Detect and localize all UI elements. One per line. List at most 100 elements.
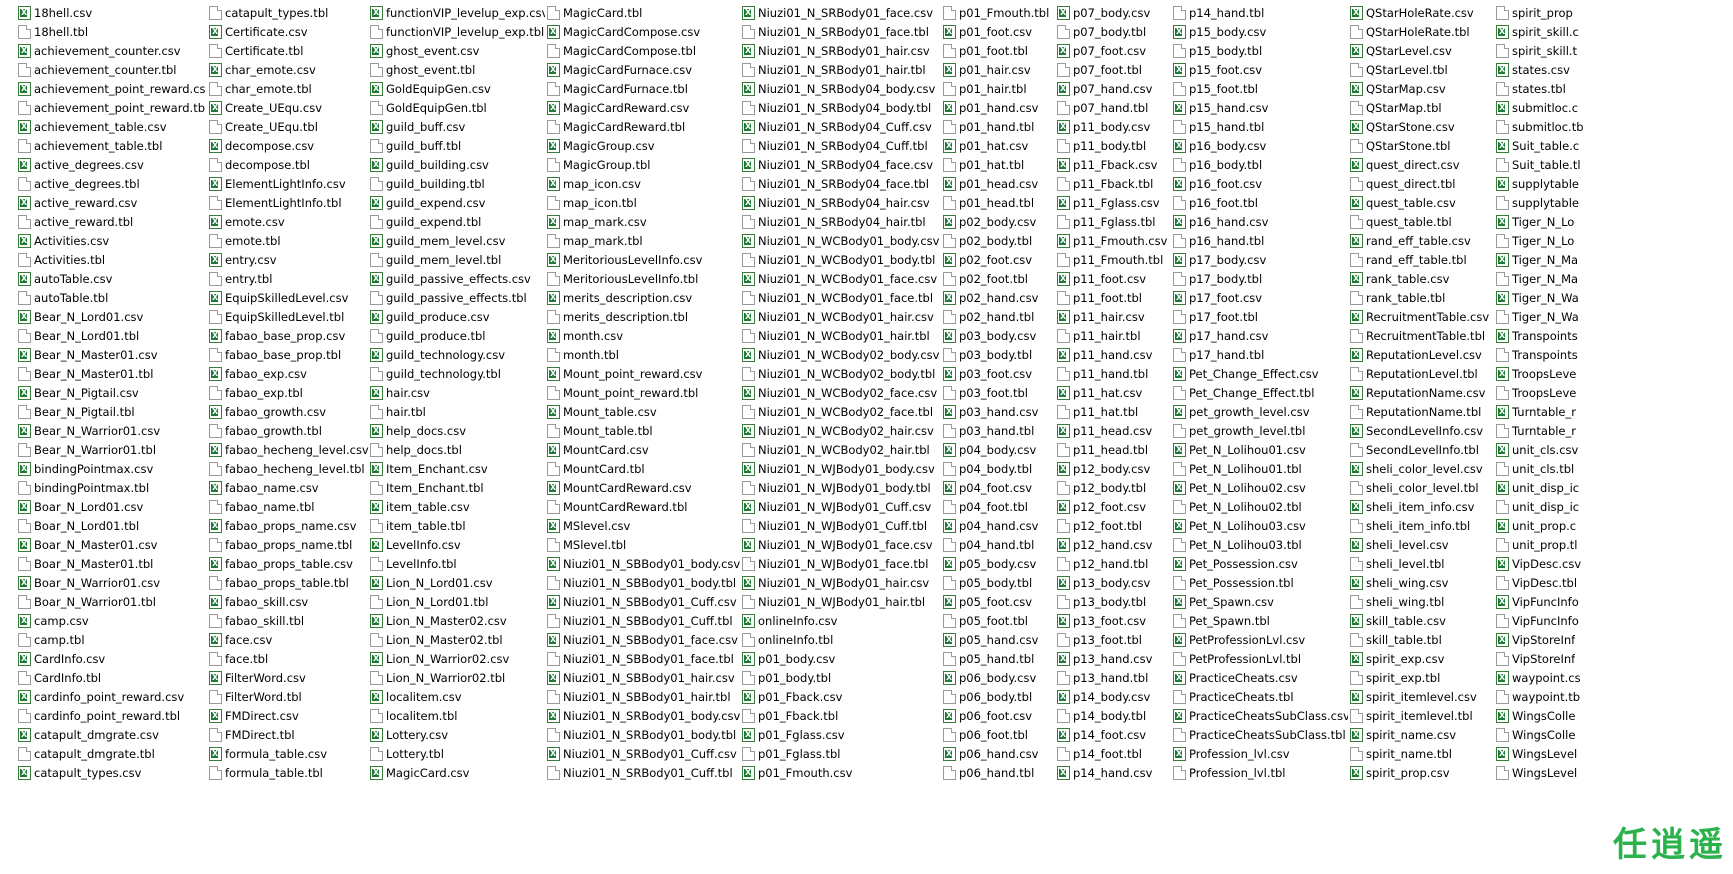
file-item[interactable]: p05_hand.tbl xyxy=(943,649,1055,668)
file-item[interactable]: sheli_item_info.csv xyxy=(1350,497,1493,516)
file-item[interactable]: Certificate.csv xyxy=(209,22,369,41)
file-item[interactable]: month.csv xyxy=(547,326,740,345)
file-item[interactable]: p17_foot.tbl xyxy=(1173,307,1348,326)
file-item[interactable]: p13_body.csv xyxy=(1057,573,1172,592)
file-item[interactable]: Lion_N_Lord01.csv xyxy=(370,573,545,592)
file-item[interactable]: spirit_skill.c xyxy=(1496,22,1733,41)
file-item[interactable]: Transpoints xyxy=(1496,326,1733,345)
file-item[interactable]: autoTable.tbl xyxy=(18,288,206,307)
file-item[interactable]: spirit_name.tbl xyxy=(1350,744,1493,763)
file-item[interactable]: Turntable_r xyxy=(1496,421,1733,440)
file-item[interactable]: VipFuncInfo xyxy=(1496,611,1733,630)
file-item[interactable]: p05_foot.tbl xyxy=(943,611,1055,630)
file-item[interactable]: MSlevel.csv xyxy=(547,516,740,535)
file-item[interactable]: MagicCardReward.csv xyxy=(547,98,740,117)
file-item[interactable]: Pet_N_Lolihou02.csv xyxy=(1173,478,1348,497)
file-item[interactable]: ReputationName.csv xyxy=(1350,383,1493,402)
file-item[interactable]: fabao_name.tbl xyxy=(209,497,369,516)
file-item[interactable]: achievement_table.tbl xyxy=(18,136,206,155)
file-item[interactable]: Niuzi01_N_SBBody01_hair.csv xyxy=(547,668,740,687)
file-item[interactable]: MagicCardFurnace.csv xyxy=(547,60,740,79)
file-item[interactable]: p04_hand.csv xyxy=(943,516,1055,535)
file-item[interactable]: p06_body.tbl xyxy=(943,687,1055,706)
file-item[interactable]: p05_hand.csv xyxy=(943,630,1055,649)
file-item[interactable]: p12_foot.csv xyxy=(1057,497,1172,516)
file-item[interactable]: pet_growth_level.csv xyxy=(1173,402,1348,421)
file-item[interactable]: Niuzi01_N_SRBody04_Cuff.csv xyxy=(742,117,942,136)
file-item[interactable]: QStarMap.tbl xyxy=(1350,98,1493,117)
file-item[interactable]: p01_hat.tbl xyxy=(943,155,1055,174)
file-item[interactable]: Niuzi01_N_WCBody02_hair.tbl xyxy=(742,440,942,459)
file-item[interactable]: Item_Enchant.tbl xyxy=(370,478,545,497)
file-item[interactable]: catapult_types.csv xyxy=(18,763,206,782)
file-item[interactable]: p04_body.csv xyxy=(943,440,1055,459)
file-item[interactable]: p13_hand.csv xyxy=(1057,649,1172,668)
file-item[interactable]: rand_eff_table.tbl xyxy=(1350,250,1493,269)
file-item[interactable]: p12_hand.tbl xyxy=(1057,554,1172,573)
file-item[interactable]: catapult_types.tbl xyxy=(209,3,369,22)
file-item[interactable]: Niuzi01_N_WCBody01_hair.csv xyxy=(742,307,942,326)
file-item[interactable]: formula_table.tbl xyxy=(209,763,369,782)
file-item[interactable]: fabao_props_table.csv xyxy=(209,554,369,573)
file-item[interactable]: Bear_N_Master01.csv xyxy=(18,345,206,364)
file-item[interactable]: Create_UEqu.tbl xyxy=(209,117,369,136)
file-item[interactable]: quest_table.tbl xyxy=(1350,212,1493,231)
file-item[interactable]: Niuzi01_N_SBBody01_Cuff.csv xyxy=(547,592,740,611)
file-item[interactable]: Tiger_N_Wa xyxy=(1496,307,1733,326)
file-item[interactable]: guild_buff.csv xyxy=(370,117,545,136)
file-item[interactable]: MountCard.csv xyxy=(547,440,740,459)
file-item[interactable]: Pet_Possession.csv xyxy=(1173,554,1348,573)
file-item[interactable]: p01_Fglass.csv xyxy=(742,725,942,744)
file-item[interactable]: emote.csv xyxy=(209,212,369,231)
file-item[interactable]: unit_prop.tl xyxy=(1496,535,1733,554)
file-item[interactable]: onlineInfo.tbl xyxy=(742,630,942,649)
file-item[interactable]: sheli_color_level.csv xyxy=(1350,459,1493,478)
file-item[interactable]: quest_direct.csv xyxy=(1350,155,1493,174)
file-item[interactable]: MSlevel.tbl xyxy=(547,535,740,554)
file-item[interactable]: Bear_N_Master01.tbl xyxy=(18,364,206,383)
file-item[interactable]: Niuzi01_N_SBBody01_body.tbl xyxy=(547,573,740,592)
file-item[interactable]: Boar_N_Lord01.tbl xyxy=(18,516,206,535)
file-item[interactable]: Niuzi01_N_WJBody01_hair.tbl xyxy=(742,592,942,611)
file-item[interactable]: p01_Fback.csv xyxy=(742,687,942,706)
file-item[interactable]: p16_hand.tbl xyxy=(1173,231,1348,250)
file-item[interactable]: Pet_Spawn.tbl xyxy=(1173,611,1348,630)
file-item[interactable]: p16_foot.csv xyxy=(1173,174,1348,193)
file-item[interactable]: MagicCardCompose.tbl xyxy=(547,41,740,60)
file-item[interactable]: onlineInfo.csv xyxy=(742,611,942,630)
file-item[interactable]: Tiger_N_Ma xyxy=(1496,250,1733,269)
file-item[interactable]: Pet_N_Lolihou03.csv xyxy=(1173,516,1348,535)
file-item[interactable]: face.csv xyxy=(209,630,369,649)
file-item[interactable]: Boar_N_Warrior01.csv xyxy=(18,573,206,592)
file-item[interactable]: Bear_N_Warrior01.csv xyxy=(18,421,206,440)
file-item[interactable]: EquipSkilledLevel.csv xyxy=(209,288,369,307)
file-item[interactable]: Niuzi01_N_SRBody01_face.csv xyxy=(742,3,942,22)
file-item[interactable]: p03_body.csv xyxy=(943,326,1055,345)
file-item[interactable]: Boar_N_Warrior01.tbl xyxy=(18,592,206,611)
file-item[interactable]: TroopsLeve xyxy=(1496,383,1733,402)
file-item[interactable]: p01_hand.tbl xyxy=(943,117,1055,136)
file-item[interactable]: Boar_N_Master01.tbl xyxy=(18,554,206,573)
file-item[interactable]: Bear_N_Warrior01.tbl xyxy=(18,440,206,459)
file-item[interactable]: submitloc.tb xyxy=(1496,117,1733,136)
file-item[interactable]: active_reward.csv xyxy=(18,193,206,212)
file-item[interactable]: Bear_N_Lord01.tbl xyxy=(18,326,206,345)
file-item[interactable]: p11_body.csv xyxy=(1057,117,1172,136)
file-item[interactable]: unit_disp_ic xyxy=(1496,478,1733,497)
file-item[interactable]: MeritoriousLevelInfo.csv xyxy=(547,250,740,269)
file-item[interactable]: MagicCard.tbl xyxy=(547,3,740,22)
file-item[interactable]: p01_Fmouth.tbl xyxy=(943,3,1055,22)
file-item[interactable]: p06_hand.tbl xyxy=(943,763,1055,782)
file-item[interactable]: fabao_exp.tbl xyxy=(209,383,369,402)
file-item[interactable]: p03_foot.tbl xyxy=(943,383,1055,402)
file-item[interactable]: WingsLevel xyxy=(1496,744,1733,763)
file-item[interactable]: sheli_level.csv xyxy=(1350,535,1493,554)
file-item[interactable]: p16_body.tbl xyxy=(1173,155,1348,174)
file-item[interactable]: p11_head.tbl xyxy=(1057,440,1172,459)
file-item[interactable]: Niuzi01_N_SRBody04_body.tbl xyxy=(742,98,942,117)
file-item[interactable]: Lion_N_Warrior02.csv xyxy=(370,649,545,668)
file-item[interactable]: Niuzi01_N_SBBody01_body.csv xyxy=(547,554,740,573)
file-item[interactable]: p03_hand.csv xyxy=(943,402,1055,421)
file-item[interactable]: p17_foot.csv xyxy=(1173,288,1348,307)
file-item[interactable]: p13_foot.tbl xyxy=(1057,630,1172,649)
